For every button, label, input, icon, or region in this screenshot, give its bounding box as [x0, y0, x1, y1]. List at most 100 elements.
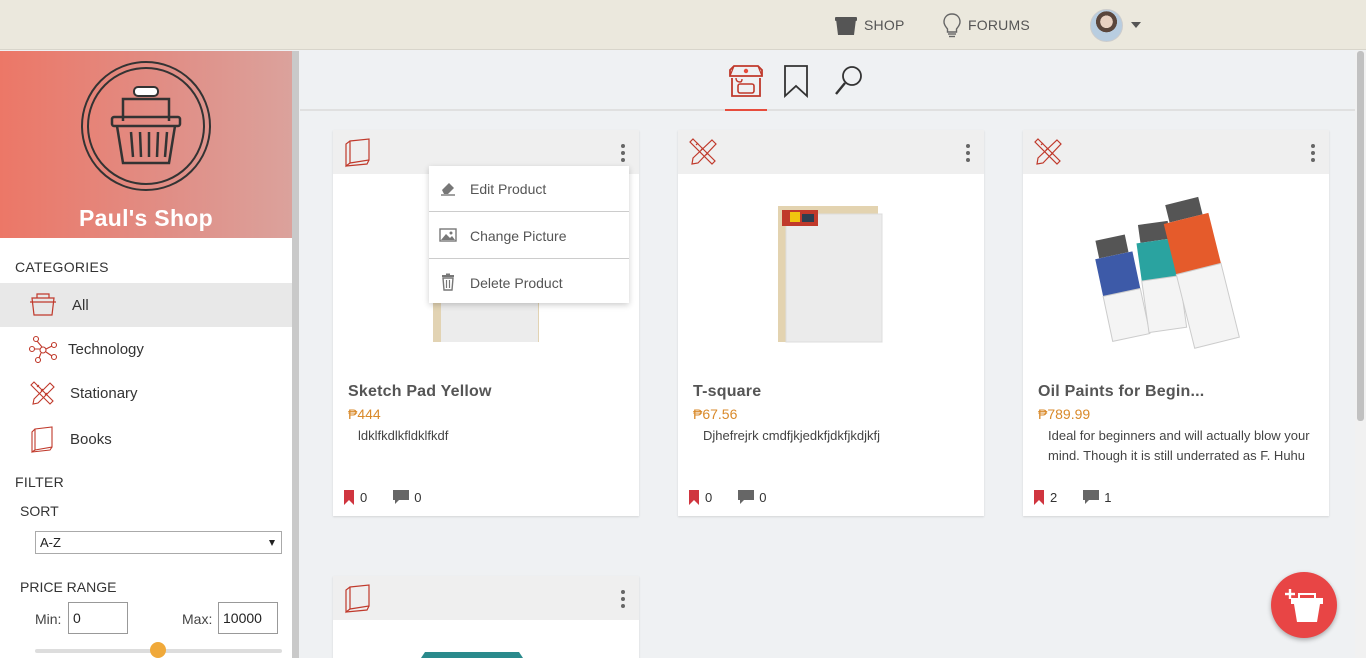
nav-shop-label: SHOP [864, 17, 905, 33]
more-options-icon[interactable] [617, 590, 629, 608]
bookmark-count[interactable]: 2 [1033, 489, 1058, 505]
bookmark-filled-icon [1034, 489, 1044, 505]
main-tabs-bar [300, 51, 1355, 111]
pencil-ruler-icon [1034, 138, 1062, 165]
max-price-input[interactable] [218, 602, 278, 634]
menu-item-label: Change Picture [470, 228, 567, 244]
bookmark-count[interactable]: 0 [343, 489, 368, 505]
menu-divider [429, 258, 629, 259]
book-icon [345, 138, 370, 168]
nav-forums-link[interactable]: FORUMS [942, 12, 1030, 38]
comment-count-value: 0 [759, 489, 767, 505]
category-label: Books [70, 430, 112, 448]
storefront-icon [729, 65, 763, 97]
comment-count-value: 0 [414, 489, 422, 505]
dropdown-arrow-icon [269, 540, 275, 546]
more-options-icon[interactable] [1307, 144, 1319, 162]
menu-item-edit-product[interactable]: Edit Product [429, 166, 629, 212]
bookmark-count-value: 0 [705, 489, 713, 505]
bookmark-count-value: 0 [360, 489, 368, 505]
sidebar: Paul's Shop CATEGORIES All Technology St… [0, 51, 292, 658]
network-icon [28, 335, 58, 363]
sort-label: SORT [20, 503, 59, 519]
add-to-basket-icon [1285, 589, 1323, 622]
product-stats: 0 0 [688, 488, 792, 506]
product-card[interactable]: Oil Paints for Begin... ₱789.99 Ideal fo… [1023, 130, 1329, 516]
bookmark-icon [784, 65, 808, 98]
category-label: Stationary [70, 384, 138, 402]
category-label: All [72, 296, 89, 314]
sidebar-scrollbar[interactable] [292, 51, 299, 658]
product-title[interactable]: Oil Paints for Begin... [1038, 383, 1204, 401]
shop-basket-icon [835, 17, 857, 35]
page-scrollbar[interactable] [1355, 51, 1366, 658]
category-item-technology[interactable]: Technology [0, 327, 292, 371]
nav-forums-label: FORUMS [968, 17, 1030, 33]
price-range-thumb[interactable] [150, 642, 166, 658]
tab-bookmarks[interactable] [776, 61, 816, 101]
product-image [421, 652, 523, 658]
category-label: Technology [68, 340, 144, 358]
comment-count[interactable]: 1 [1083, 490, 1111, 505]
tab-search[interactable] [829, 61, 869, 101]
shop-name: Paul's Shop [78, 205, 213, 231]
product-context-menu: Edit Product Change Picture Delete Produ… [429, 166, 629, 303]
product-price: ₱67.56 [693, 406, 738, 422]
lightbulb-icon [943, 13, 961, 38]
pencil-ruler-icon [689, 138, 717, 165]
product-image [1095, 196, 1240, 349]
sort-selected-value: A-Z [40, 535, 61, 550]
bookmark-count[interactable]: 0 [688, 489, 713, 505]
product-description: Ideal for beginners and will actually bl… [1048, 428, 1310, 463]
menu-item-label: Edit Product [470, 181, 547, 197]
min-price-input[interactable] [68, 602, 128, 634]
card-header [333, 576, 639, 620]
max-price-label: Max: [182, 611, 213, 627]
nav-shop-link[interactable]: SHOP [834, 12, 904, 38]
menu-item-delete-product[interactable]: Delete Product [429, 260, 629, 306]
pencil-ruler-icon [30, 381, 55, 405]
bookmark-filled-icon [344, 489, 354, 505]
eraser-icon [441, 183, 455, 196]
min-price-label: Min: [35, 611, 62, 627]
shop-brand-header: Paul's Shop [0, 51, 292, 238]
image-icon [439, 228, 457, 242]
menu-item-change-picture[interactable]: Change Picture [429, 213, 629, 259]
chevron-down-icon[interactable] [1131, 22, 1141, 28]
product-image [778, 206, 883, 343]
bookmark-count-value: 2 [1050, 489, 1058, 505]
price-range-label: PRICE RANGE [20, 579, 117, 595]
product-stats: 0 0 [343, 488, 447, 506]
categories-heading: CATEGORIES [15, 259, 109, 275]
product-title[interactable]: T-square [693, 383, 761, 401]
more-options-icon[interactable] [962, 144, 974, 162]
product-title[interactable]: Sketch Pad Yellow [348, 383, 492, 401]
bookmark-filled-icon [689, 489, 699, 505]
basket-icon [30, 293, 56, 316]
product-description: Djhefrejrk cmdfjkjedkfjdkfjkdjkfj [703, 428, 880, 443]
book-icon [31, 426, 53, 453]
page-scrollbar-thumb[interactable] [1357, 51, 1364, 421]
sort-select[interactable]: A-Z [35, 531, 282, 554]
comment-count-value: 1 [1104, 489, 1112, 505]
menu-item-label: Delete Product [470, 275, 563, 291]
category-item-books[interactable]: Books [0, 417, 292, 461]
comment-icon [738, 490, 755, 504]
top-navbar: SHOP FORUMS [0, 0, 1366, 50]
product-card[interactable] [333, 576, 639, 658]
trash-icon [442, 273, 454, 291]
product-card[interactable]: T-square ₱67.56 Djhefrejrk cmdfjkjedkfjd… [678, 130, 984, 516]
category-item-stationary[interactable]: Stationary [0, 371, 292, 415]
comment-count[interactable]: 0 [393, 490, 421, 505]
card-header [678, 130, 984, 174]
category-item-all[interactable]: All [0, 283, 292, 327]
product-price: ₱444 [348, 406, 381, 422]
user-avatar[interactable] [1090, 9, 1123, 42]
add-product-button[interactable] [1271, 572, 1337, 638]
comment-count[interactable]: 0 [738, 490, 766, 505]
basket-logo-icon [81, 61, 211, 191]
comment-icon [393, 490, 410, 504]
more-options-icon[interactable] [617, 144, 629, 162]
book-icon [345, 584, 370, 614]
tab-shop[interactable] [725, 61, 767, 111]
